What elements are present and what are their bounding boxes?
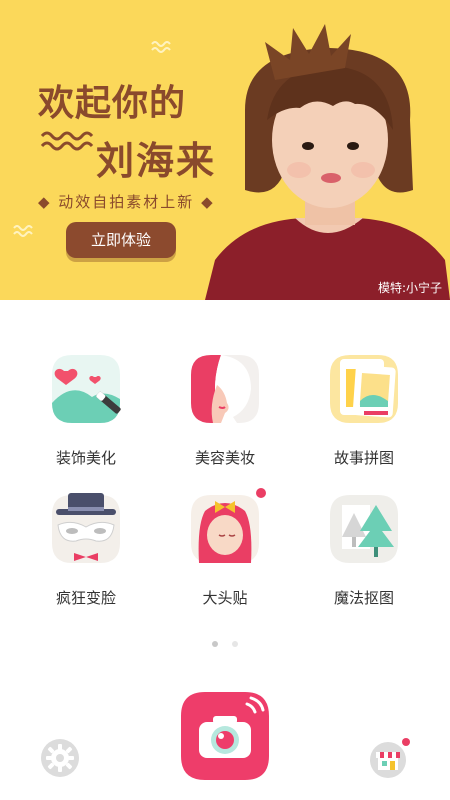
page-indicator [0, 632, 450, 651]
camera-shutter-button[interactable] [175, 686, 275, 786]
banner-title: 欢起你的 [38, 83, 187, 124]
photo-collage-icon [330, 355, 398, 423]
feature-label: 大头贴 [202, 589, 248, 607]
wavy-decoration-icon [13, 225, 33, 237]
page-dot-active [212, 641, 219, 647]
promo-banner[interactable]: 欢起你的 刘海来 ◆ 动效自拍素材上新 ◆ 立即体验 模特:小宁子 [0, 0, 450, 300]
mask-hat-icon [52, 493, 120, 563]
feature-label: 美容美妆 [194, 449, 255, 467]
feature-photo-sticker[interactable]: 大头贴 [165, 485, 285, 608]
landscape-wand-icon [52, 355, 121, 423]
feature-label: 故事拼图 [333, 449, 394, 467]
model-credit: 模特:小宁子 [377, 281, 442, 295]
feature-beauty[interactable]: 美容美妆 [165, 345, 285, 468]
feature-label: 魔法抠图 [333, 589, 394, 607]
wavy-decoration-icon [40, 131, 94, 151]
store-icon[interactable] [368, 736, 412, 780]
try-now-button[interactable]: 立即体验 [66, 222, 176, 258]
feature-decorate[interactable]: 装饰美化 [26, 345, 146, 468]
feature-story-collage[interactable]: 故事拼图 [304, 345, 424, 468]
wavy-decoration-icon [151, 41, 171, 53]
cartoon-girl-icon [191, 488, 266, 563]
banner-title-highlight: 刘海来 [96, 139, 217, 183]
banner-model-photo [205, 24, 450, 300]
feature-label: 疯狂变脸 [55, 589, 116, 607]
banner-subtitle: ◆ 动效自拍素材上新 ◆ [38, 193, 215, 211]
woman-profile-icon [191, 355, 259, 423]
feature-label: 装饰美化 [55, 449, 116, 467]
feature-crazy-face[interactable]: 疯狂变脸 [26, 485, 146, 608]
trees-icon [330, 495, 398, 563]
page-dot [231, 641, 238, 647]
feature-magic-cutout[interactable]: 魔法抠图 [304, 485, 424, 608]
gear-icon[interactable] [40, 738, 80, 778]
